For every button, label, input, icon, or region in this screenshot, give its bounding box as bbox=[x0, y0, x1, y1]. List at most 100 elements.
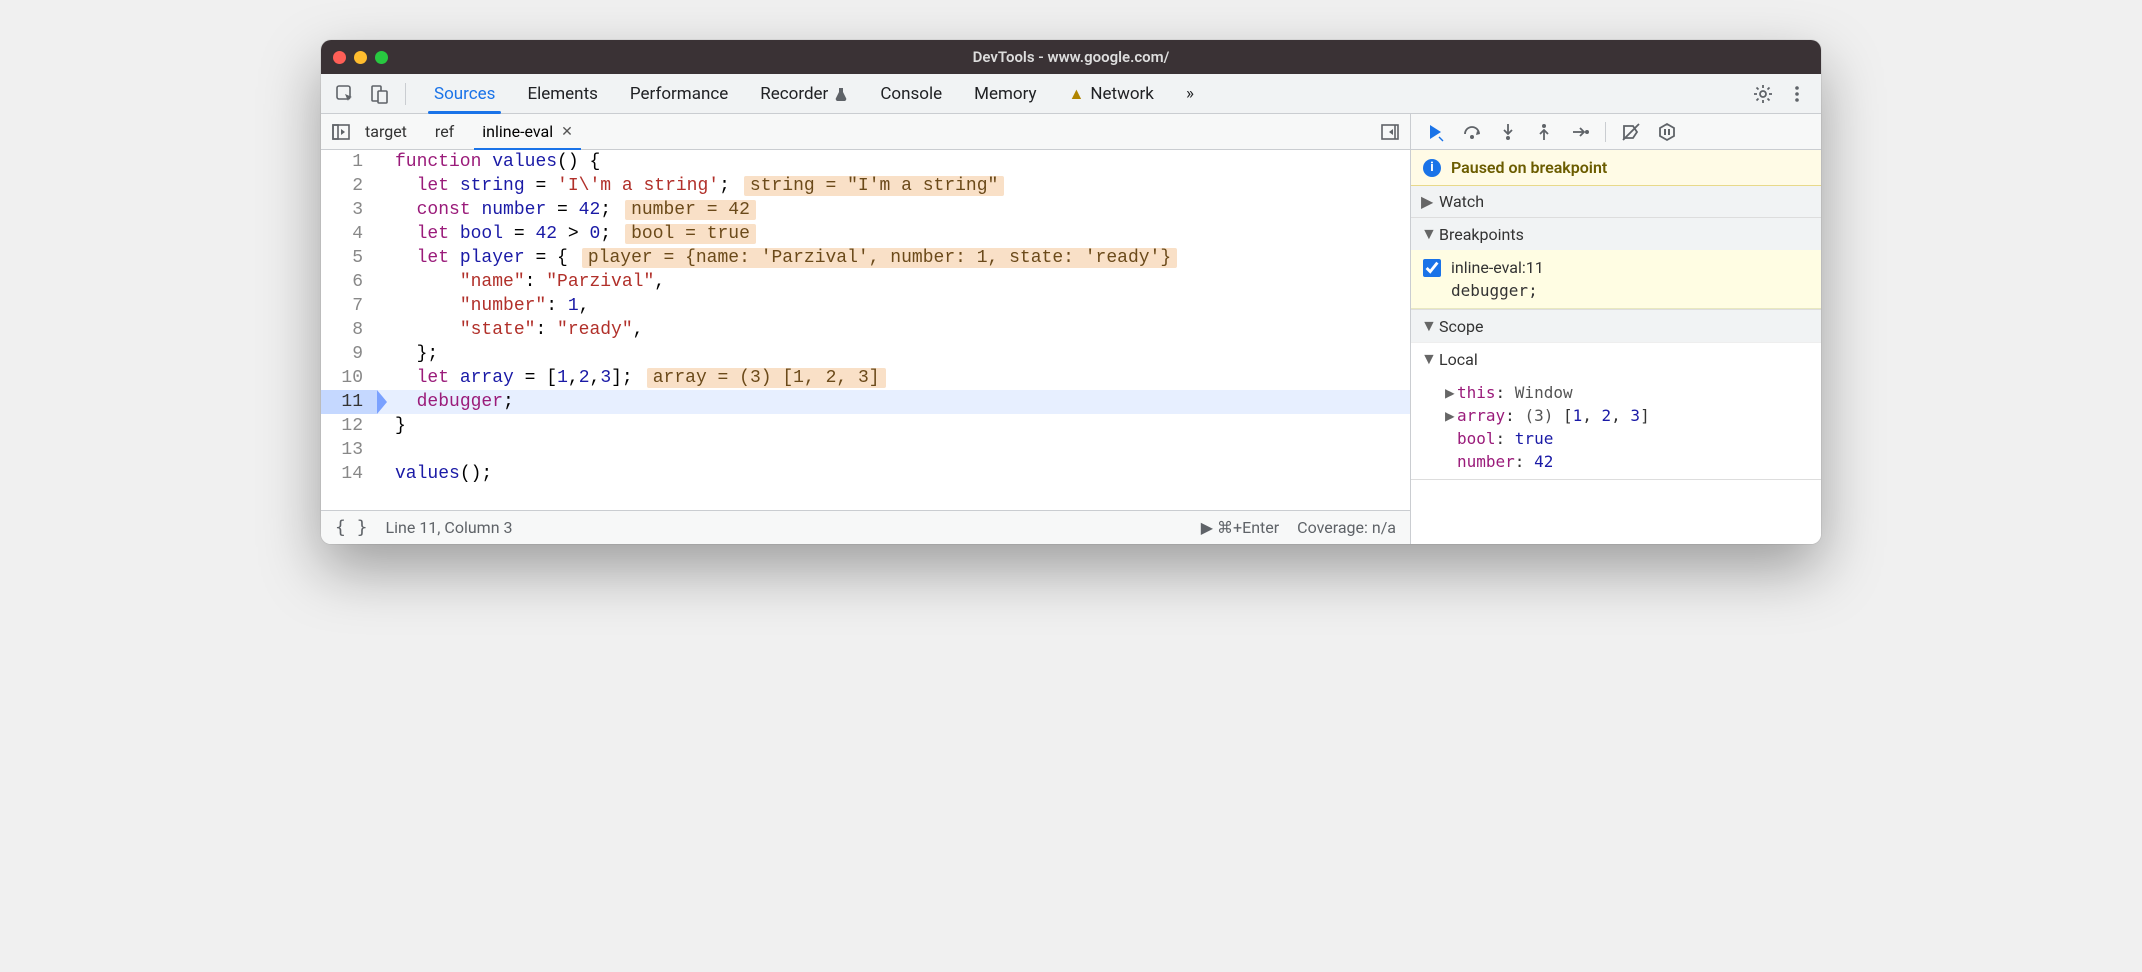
tab-console[interactable]: Console bbox=[864, 74, 958, 113]
cursor-position: Line 11, Column 3 bbox=[386, 518, 513, 537]
scope-header[interactable]: ▼Scope bbox=[1411, 310, 1821, 342]
code-line[interactable]: 4 let bool = 42 > 0;bool = true bbox=[321, 222, 1410, 246]
code-line[interactable]: 11 debugger; bbox=[321, 390, 1410, 414]
line-content[interactable]: debugger; bbox=[377, 390, 514, 414]
file-tabbar: target ref inline-eval ✕ bbox=[321, 114, 1410, 150]
watch-header[interactable]: ▶Watch bbox=[1411, 186, 1821, 217]
tabbar-divider bbox=[405, 83, 406, 105]
minimize-window-button[interactable] bbox=[354, 51, 367, 64]
scope-body: ▶this: Window▶array: (3) [1, 2, 3]bool: … bbox=[1411, 375, 1821, 479]
line-number[interactable]: 2 bbox=[321, 174, 377, 198]
line-content[interactable]: "number": 1, bbox=[377, 294, 589, 318]
line-content[interactable]: let array = [1,2,3];array = (3) [1, 2, 3… bbox=[377, 366, 886, 390]
tab-elements[interactable]: Elements bbox=[511, 74, 613, 113]
line-number[interactable]: 13 bbox=[321, 438, 377, 462]
tab-memory[interactable]: Memory bbox=[958, 74, 1052, 113]
line-number[interactable]: 3 bbox=[321, 198, 377, 222]
kebab-menu-icon[interactable] bbox=[1783, 80, 1811, 108]
line-number[interactable]: 8 bbox=[321, 318, 377, 342]
step-out-button[interactable] bbox=[1527, 118, 1561, 146]
navigator-toggle-icon[interactable] bbox=[331, 122, 351, 142]
scope-variable[interactable]: bool: true bbox=[1437, 427, 1811, 450]
code-line[interactable]: 10 let array = [1,2,3];array = (3) [1, 2… bbox=[321, 366, 1410, 390]
line-content[interactable]: const number = 42;number = 42 bbox=[377, 198, 756, 222]
file-tab-ref[interactable]: ref bbox=[421, 114, 468, 149]
close-file-icon[interactable]: ✕ bbox=[561, 124, 573, 140]
code-line[interactable]: 3 const number = 42;number = 42 bbox=[321, 198, 1410, 222]
step-button[interactable] bbox=[1563, 118, 1597, 146]
scope-variable[interactable]: ▶array: (3) [1, 2, 3] bbox=[1437, 404, 1811, 427]
step-into-button[interactable] bbox=[1491, 118, 1525, 146]
tab-recorder[interactable]: Recorder bbox=[744, 74, 864, 113]
maximize-window-button[interactable] bbox=[375, 51, 388, 64]
line-content[interactable]: values(); bbox=[377, 462, 492, 486]
code-line[interactable]: 14values(); bbox=[321, 462, 1410, 486]
line-number[interactable]: 10 bbox=[321, 366, 377, 390]
scope-variable[interactable]: number: 42 bbox=[1437, 450, 1811, 473]
code-editor[interactable]: 1function values() {2 let string = 'I\'m… bbox=[321, 150, 1410, 510]
tab-sources[interactable]: Sources bbox=[418, 74, 511, 113]
inline-value: array = (3) [1, 2, 3] bbox=[647, 368, 886, 388]
line-number[interactable]: 11 bbox=[321, 390, 377, 414]
close-window-button[interactable] bbox=[333, 51, 346, 64]
code-line[interactable]: 5 let player = {player = {name: 'Parziva… bbox=[321, 246, 1410, 270]
resume-button[interactable] bbox=[1419, 118, 1453, 146]
code-line[interactable]: 13 bbox=[321, 438, 1410, 462]
code-line[interactable]: 2 let string = 'I\'m a string';string = … bbox=[321, 174, 1410, 198]
inspect-element-icon[interactable] bbox=[331, 80, 359, 108]
line-number[interactable]: 4 bbox=[321, 222, 377, 246]
code-line[interactable]: 8 "state": "ready", bbox=[321, 318, 1410, 342]
line-number[interactable]: 12 bbox=[321, 414, 377, 438]
line-content[interactable]: function values() { bbox=[377, 150, 600, 174]
tab-network[interactable]: ▲Network bbox=[1053, 74, 1170, 113]
debugger-toolbar bbox=[1411, 114, 1821, 150]
file-tab-inline-eval[interactable]: inline-eval ✕ bbox=[468, 114, 587, 149]
device-toolbar-icon[interactable] bbox=[365, 80, 393, 108]
breakpoint-checkbox[interactable] bbox=[1423, 259, 1441, 277]
info-icon: i bbox=[1423, 159, 1441, 177]
breakpoint-location: inline-eval:11 bbox=[1451, 258, 1544, 277]
line-number[interactable]: 7 bbox=[321, 294, 377, 318]
tabs-overflow[interactable]: » bbox=[1170, 74, 1210, 113]
line-content[interactable]: let string = 'I\'m a string';string = "I… bbox=[377, 174, 1004, 198]
line-number[interactable]: 14 bbox=[321, 462, 377, 486]
scope-variable[interactable]: ▶this: Window bbox=[1437, 381, 1811, 404]
tab-performance[interactable]: Performance bbox=[614, 74, 744, 113]
settings-icon[interactable] bbox=[1749, 80, 1777, 108]
code-line[interactable]: 1function values() { bbox=[321, 150, 1410, 174]
inline-value: number = 42 bbox=[625, 200, 756, 220]
code-line[interactable]: 6 "name": "Parzival", bbox=[321, 270, 1410, 294]
pause-on-exceptions-button[interactable] bbox=[1650, 118, 1684, 146]
line-number[interactable]: 1 bbox=[321, 150, 377, 174]
line-number[interactable]: 5 bbox=[321, 246, 377, 270]
breakpoints-header[interactable]: ▼Breakpoints bbox=[1411, 218, 1821, 250]
breakpoint-code: debugger; bbox=[1423, 281, 1809, 300]
line-content[interactable]: }; bbox=[377, 342, 438, 366]
line-number[interactable]: 6 bbox=[321, 270, 377, 294]
inline-value: player = {name: 'Parzival', number: 1, s… bbox=[582, 248, 1177, 268]
line-content[interactable]: "state": "ready", bbox=[377, 318, 643, 342]
window-title: DevTools - www.google.com/ bbox=[321, 48, 1821, 66]
code-line[interactable]: 9 }; bbox=[321, 342, 1410, 366]
scope-local-header[interactable]: ▼Local bbox=[1411, 342, 1821, 375]
breakpoint-item[interactable]: inline-eval:11 debugger; bbox=[1411, 250, 1821, 309]
more-files-icon[interactable] bbox=[1380, 122, 1400, 142]
line-content[interactable]: "name": "Parzival", bbox=[377, 270, 665, 294]
line-number[interactable]: 9 bbox=[321, 342, 377, 366]
line-content[interactable]: } bbox=[377, 414, 406, 438]
code-line[interactable]: 7 "number": 1, bbox=[321, 294, 1410, 318]
run-snippet-button[interactable]: ▶ ⌘+Enter bbox=[1201, 518, 1279, 537]
main-tabbar: Sources Elements Performance Recorder Co… bbox=[321, 74, 1821, 114]
file-tab-target[interactable]: target bbox=[351, 114, 421, 149]
editor-statusbar: { } Line 11, Column 3 ▶ ⌘+Enter Coverage… bbox=[321, 510, 1410, 544]
inline-value: bool = true bbox=[625, 224, 756, 244]
pretty-print-button[interactable]: { } bbox=[335, 517, 368, 538]
step-over-button[interactable] bbox=[1455, 118, 1489, 146]
debugger-pane: i Paused on breakpoint ▶Watch ▼Breakpoin… bbox=[1411, 114, 1821, 544]
coverage-status: Coverage: n/a bbox=[1297, 518, 1396, 537]
code-line[interactable]: 12} bbox=[321, 414, 1410, 438]
line-content[interactable]: let player = {player = {name: 'Parzival'… bbox=[377, 246, 1177, 270]
inline-value: string = "I'm a string" bbox=[744, 176, 1004, 196]
deactivate-breakpoints-button[interactable] bbox=[1614, 118, 1648, 146]
line-content[interactable]: let bool = 42 > 0;bool = true bbox=[377, 222, 756, 246]
